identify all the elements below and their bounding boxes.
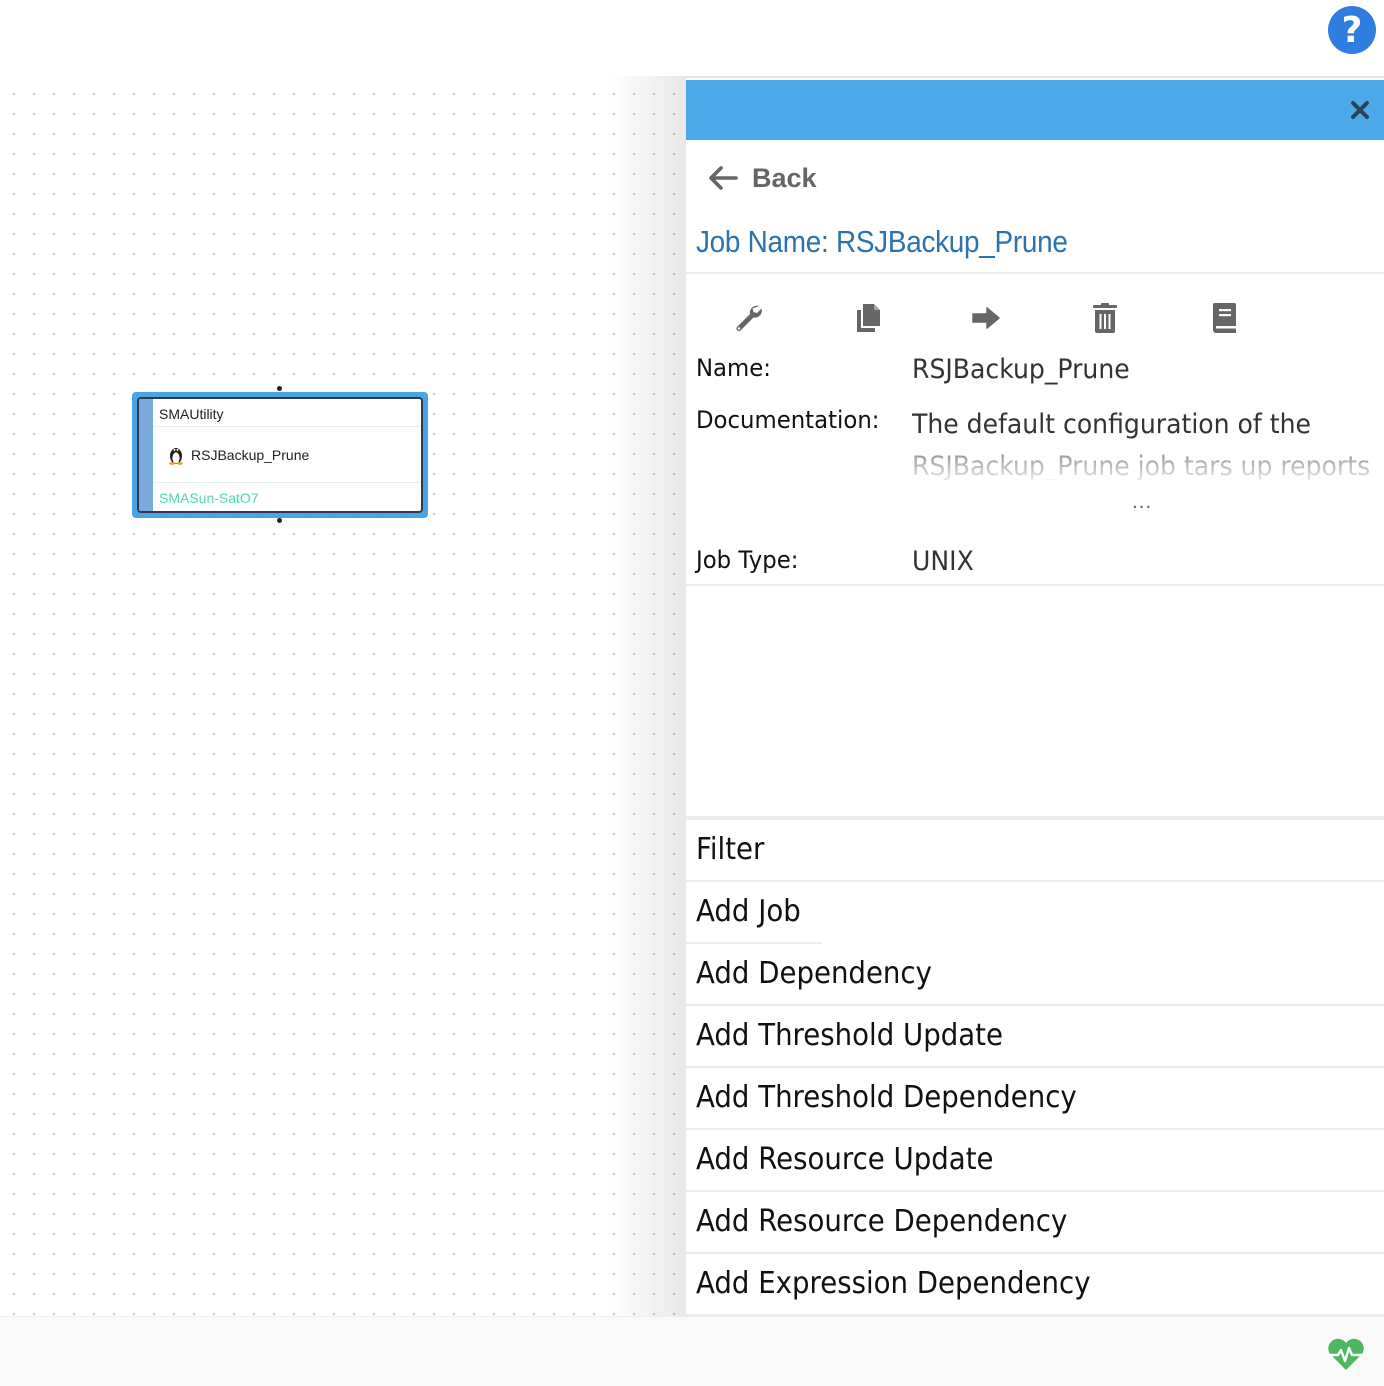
page-title: Job Name: RSJBackup_Prune [696, 224, 1068, 259]
documentation-button[interactable] [1204, 296, 1244, 340]
menu-item-add-expression-dependency[interactable]: Add Expression Dependency [686, 1254, 1384, 1316]
node-job-name: RSJBackup_Prune [153, 427, 421, 483]
heartbeat-icon [1328, 1338, 1364, 1370]
action-menu: Filter Add Job Add Dependency Add Thresh… [686, 820, 1384, 1316]
node-color-bar [139, 399, 153, 511]
menu-item-add-threshold-dependency[interactable]: Add Threshold Dependency [686, 1068, 1384, 1130]
close-button[interactable] [1348, 96, 1372, 124]
menu-item-add-dependency[interactable]: Add Dependency [686, 944, 1384, 1006]
help-button[interactable]: ? [1328, 6, 1376, 54]
divider [686, 584, 1384, 586]
name-label: Name: [696, 354, 771, 382]
menu-item-filter[interactable]: Filter [686, 820, 1384, 882]
menu-item-label: Add Threshold Dependency [696, 1080, 1077, 1115]
trash-icon [1093, 303, 1117, 333]
documentation-value: The default configuration of the RSJBack… [912, 404, 1382, 480]
node-group-label: SMAUtility [153, 399, 421, 427]
menu-item-label: Add Threshold Update [696, 1018, 1003, 1053]
move-button[interactable] [966, 296, 1006, 340]
menu-item-label: Add Dependency [696, 956, 932, 991]
documentation-expand-button[interactable]: ... [1132, 492, 1152, 513]
name-value: RSJBackup_Prune [912, 354, 1130, 385]
job-node[interactable]: SMAUtility RSJBackup_Prune SMASun-SatO7 [137, 397, 423, 513]
back-button[interactable]: Back [708, 158, 817, 198]
back-label: Back [752, 162, 817, 193]
workflow-canvas[interactable] [0, 76, 686, 1316]
question-icon: ? [1341, 9, 1363, 51]
documentation-label: Documentation: [696, 406, 880, 434]
wrench-icon [736, 305, 762, 331]
linux-tux-icon [169, 447, 183, 465]
node-agent-label: SMASun-SatO7 [159, 490, 259, 506]
job-type-value: UNIX [912, 546, 974, 577]
system-health-button[interactable] [1326, 1336, 1366, 1372]
divider [686, 272, 1384, 274]
menu-item-add-threshold-update[interactable]: Add Threshold Update [686, 1006, 1384, 1068]
menu-item-add-job[interactable]: Add Job [686, 882, 1384, 944]
arrow-right-icon [972, 307, 1000, 329]
panel-header [686, 80, 1384, 140]
node-job-name-text: RSJBackup_Prune [191, 446, 310, 463]
connection-handle-bottom[interactable] [277, 518, 282, 523]
menu-item-label: Add Job [696, 894, 801, 929]
connection-handle-top[interactable] [277, 386, 282, 391]
job-type-label: Job Type: [696, 546, 799, 574]
status-footer [0, 1316, 1384, 1386]
menu-item-label: Add Expression Dependency [696, 1266, 1091, 1301]
menu-item-add-resource-dependency[interactable]: Add Resource Dependency [686, 1192, 1384, 1254]
menu-item-label: Filter [696, 832, 765, 867]
panel-shadow [606, 76, 686, 1316]
menu-item-label: Add Resource Update [696, 1142, 994, 1177]
menu-item-label: Add Resource Dependency [696, 1204, 1068, 1239]
job-details-panel: Back Job Name: RSJBackup_Prune Name: RSJ… [686, 76, 1384, 1316]
delete-button[interactable] [1085, 296, 1125, 340]
close-icon [1351, 101, 1369, 119]
copy-icon [857, 304, 880, 332]
edit-button[interactable] [729, 296, 769, 340]
documentation-fade [912, 444, 1382, 480]
job-toolbar [686, 296, 1384, 340]
menu-item-add-resource-update[interactable]: Add Resource Update [686, 1130, 1384, 1192]
book-icon [1212, 303, 1236, 333]
copy-button[interactable] [848, 296, 888, 340]
arrow-left-icon [709, 166, 738, 190]
